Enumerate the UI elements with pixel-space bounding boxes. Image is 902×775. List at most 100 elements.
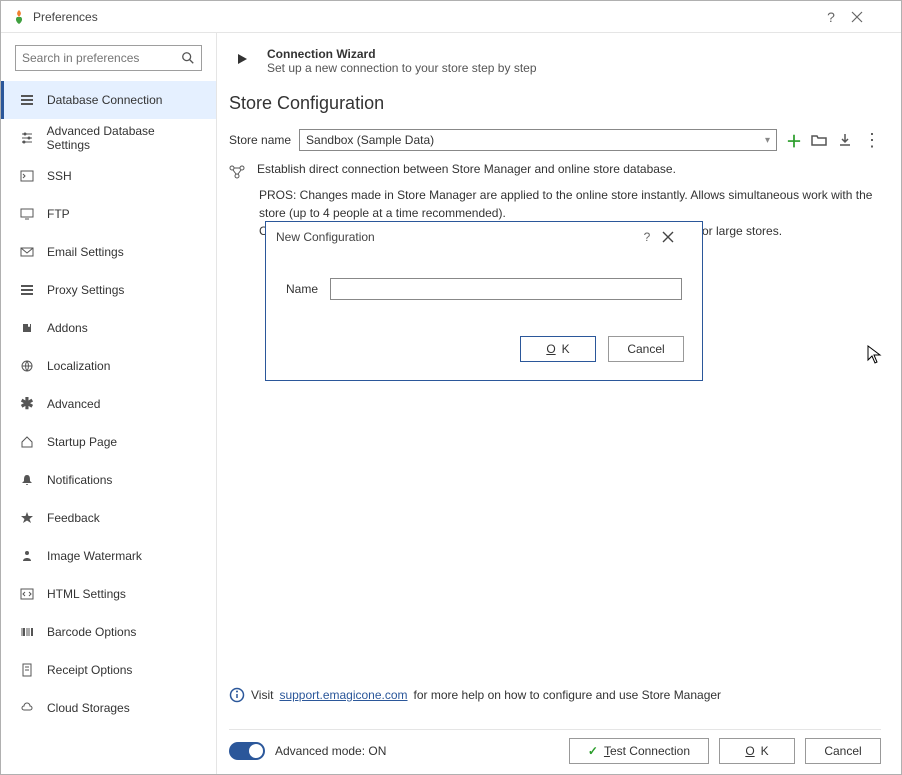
ok-button[interactable]: OK (719, 738, 795, 764)
sidebar-item-label: Receipt Options (47, 663, 132, 677)
sidebar-item-advanced-database[interactable]: Advanced Database Settings (1, 119, 216, 157)
play-icon (235, 52, 255, 66)
main-layout: Database Connection Advanced Database Se… (1, 33, 901, 774)
sidebar-item-notifications[interactable]: Notifications (1, 461, 216, 499)
sidebar-item-label: Advanced (47, 397, 100, 411)
content-pane: Connection Wizard Set up a new connectio… (217, 33, 901, 774)
globe-icon (19, 358, 35, 374)
search-input[interactable] (22, 51, 181, 65)
check-icon: ✓ (588, 744, 598, 758)
sidebar-item-label: Email Settings (47, 245, 124, 259)
bell-icon (19, 472, 35, 488)
advanced-mode-label: Advanced mode: ON (275, 744, 559, 758)
sliders-icon (19, 130, 35, 146)
sidebar-item-cloud[interactable]: Cloud Storages (1, 689, 216, 727)
sidebar-item-label: SSH (47, 169, 72, 183)
sidebar-item-label: FTP (47, 207, 70, 221)
dialog-title: New Configuration (276, 230, 375, 244)
receipt-icon (19, 662, 35, 678)
database-icon (19, 92, 35, 108)
sidebar-item-label: Database Connection (47, 93, 162, 107)
code-icon (19, 586, 35, 602)
terminal-icon (19, 168, 35, 184)
open-folder-button[interactable] (811, 132, 829, 148)
store-name-label: Store name (229, 133, 291, 147)
sidebar-item-label: Image Watermark (47, 549, 142, 563)
store-name-value: Sandbox (Sample Data) (306, 133, 434, 147)
search-input-wrap[interactable] (15, 45, 202, 71)
sidebar-item-addons[interactable]: Addons (1, 309, 216, 347)
home-icon (19, 434, 35, 450)
footer-bar: Advanced mode: ON ✓ Test Connection OK C… (229, 729, 881, 764)
dialog-body: Name (266, 252, 702, 310)
sidebar-item-database-connection[interactable]: Database Connection (1, 81, 216, 119)
cloud-icon (19, 700, 35, 716)
help-link[interactable]: support.emagicone.com (279, 688, 407, 702)
search-icon (181, 51, 195, 65)
sidebar-item-advanced[interactable]: ✱ Advanced (1, 385, 216, 423)
sidebar-item-label: Proxy Settings (47, 283, 124, 297)
close-button[interactable] (851, 11, 891, 23)
asterisk-icon: ✱ (19, 396, 35, 412)
new-configuration-dialog: New Configuration ? Name OK Cancel (265, 221, 703, 381)
sidebar-item-label: Startup Page (47, 435, 117, 449)
sidebar-item-ssh[interactable]: SSH (1, 157, 216, 195)
info-icon (229, 687, 245, 703)
download-button[interactable] (837, 132, 855, 148)
sidebar-item-label: Notifications (47, 473, 112, 487)
description-row: Establish direct connection between Stor… (229, 162, 881, 180)
add-store-button[interactable]: ＋ (785, 128, 803, 152)
pros-text: PROS: Changes made in Store Manager are … (259, 186, 881, 222)
sidebar-item-localization[interactable]: Localization (1, 347, 216, 385)
app-logo-icon (11, 9, 27, 25)
name-field-label: Name (286, 282, 318, 296)
wizard-text: Connection Wizard Set up a new connectio… (267, 47, 537, 75)
sidebar-item-startup[interactable]: Startup Page (1, 423, 216, 461)
dialog-ok-button[interactable]: OK (520, 336, 596, 362)
star-icon (19, 510, 35, 526)
store-name-select[interactable]: Sandbox (Sample Data) ▾ (299, 129, 777, 151)
connection-icon (229, 164, 245, 180)
wizard-title: Connection Wizard (267, 47, 537, 61)
sidebar-item-proxy[interactable]: Proxy Settings (1, 271, 216, 309)
sidebar-item-barcode[interactable]: Barcode Options (1, 613, 216, 651)
more-button[interactable]: ⋮ (863, 136, 881, 145)
store-name-row: Store name Sandbox (Sample Data) ▾ ＋ ⋮ (229, 128, 881, 152)
help-suffix: for more help on how to configure and us… (414, 688, 722, 702)
name-input[interactable] (330, 278, 682, 300)
connection-wizard-row[interactable]: Connection Wizard Set up a new connectio… (229, 47, 881, 75)
dialog-help-button[interactable]: ? (632, 230, 662, 244)
sidebar: Database Connection Advanced Database Se… (1, 33, 217, 774)
description-text: Establish direct connection between Stor… (257, 162, 676, 180)
help-button[interactable]: ? (811, 9, 851, 25)
cons-right-fragment: or large stores. (702, 222, 782, 240)
proxy-icon (19, 282, 35, 298)
sidebar-item-label: Addons (47, 321, 88, 335)
puzzle-icon (19, 320, 35, 336)
sidebar-item-label: Cloud Storages (47, 701, 130, 715)
monitor-icon (19, 206, 35, 222)
sidebar-item-feedback[interactable]: Feedback (1, 499, 216, 537)
window-title: Preferences (33, 10, 811, 24)
sidebar-item-email[interactable]: Email Settings (1, 233, 216, 271)
sidebar-item-label: HTML Settings (47, 587, 126, 601)
help-row: Visit support.emagicone.com for more hel… (229, 687, 881, 703)
sidebar-item-label: Barcode Options (47, 625, 136, 639)
sidebar-item-receipt[interactable]: Receipt Options (1, 651, 216, 689)
advanced-mode-toggle[interactable] (229, 742, 265, 760)
test-connection-button[interactable]: ✓ Test Connection (569, 738, 709, 764)
sidebar-item-watermark[interactable]: Image Watermark (1, 537, 216, 575)
sidebar-item-label: Localization (47, 359, 110, 373)
sidebar-item-ftp[interactable]: FTP (1, 195, 216, 233)
sidebar-item-label: Advanced Database Settings (47, 124, 198, 152)
dialog-footer: OK Cancel (266, 310, 702, 380)
titlebar: Preferences ? (1, 1, 901, 33)
wizard-subtitle: Set up a new connection to your store st… (267, 61, 537, 75)
help-prefix: Visit (251, 688, 273, 702)
dialog-cancel-button[interactable]: Cancel (608, 336, 684, 362)
dialog-close-button[interactable] (662, 231, 692, 243)
sidebar-item-html[interactable]: HTML Settings (1, 575, 216, 613)
person-icon (19, 548, 35, 564)
sidebar-item-label: Feedback (47, 511, 100, 525)
cancel-button[interactable]: Cancel (805, 738, 881, 764)
